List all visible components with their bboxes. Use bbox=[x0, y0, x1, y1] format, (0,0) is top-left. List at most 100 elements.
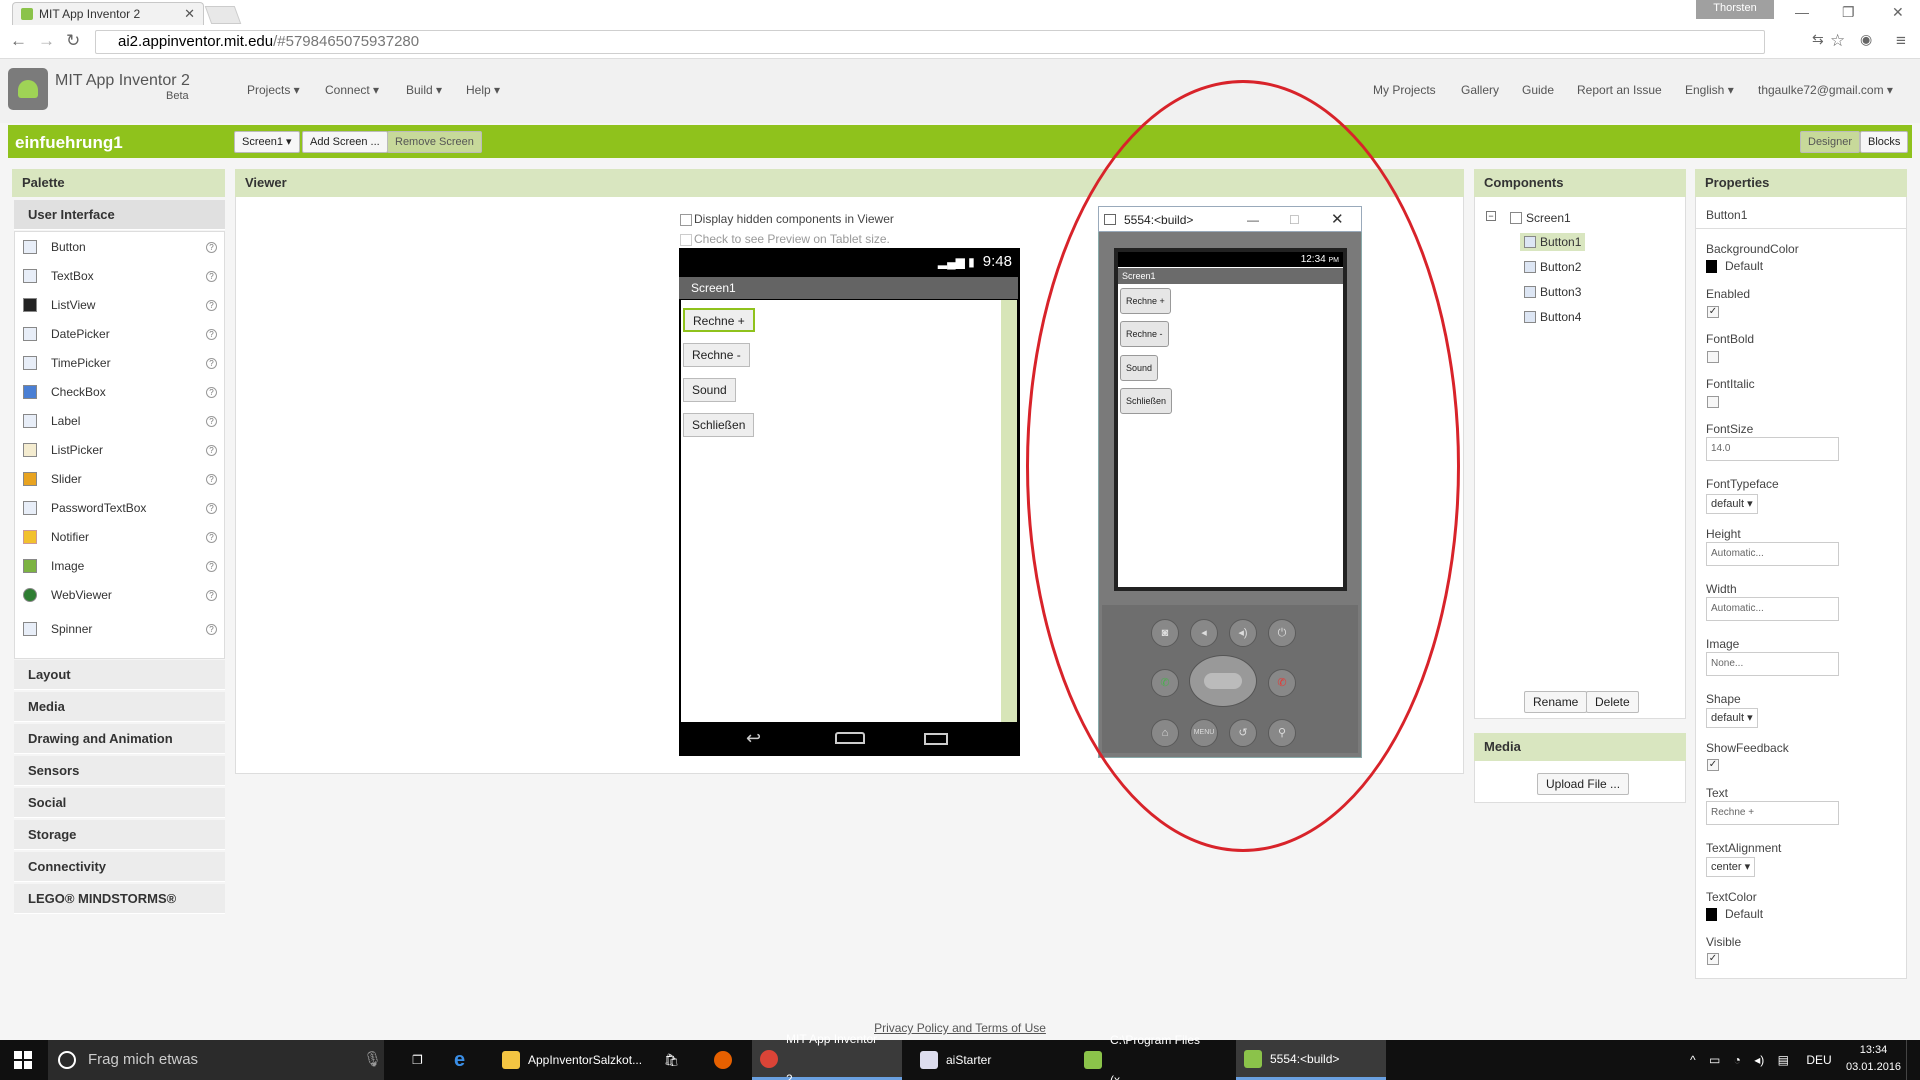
help-icon[interactable]: ? bbox=[206, 589, 217, 601]
help-icon[interactable]: ? bbox=[206, 241, 217, 253]
extension-icon[interactable]: ◉ bbox=[1860, 31, 1872, 48]
taskbar-item-emulator[interactable]: 5554:<build> bbox=[1236, 1040, 1386, 1080]
prop-fontitalic-checkbox[interactable] bbox=[1707, 396, 1719, 408]
palette-category-storage[interactable]: Storage bbox=[14, 820, 225, 850]
palette-category-sensors[interactable]: Sensors bbox=[14, 756, 225, 786]
bookmark-star-icon[interactable]: ☆ bbox=[1830, 31, 1845, 51]
palette-category-drawing[interactable]: Drawing and Animation bbox=[14, 724, 225, 754]
chrome-menu-icon[interactable]: ≡ bbox=[1896, 31, 1906, 51]
prop-fontbold-checkbox[interactable] bbox=[1707, 351, 1719, 363]
prop-enabled-checkbox[interactable]: ✓ bbox=[1707, 306, 1719, 318]
help-icon[interactable]: ? bbox=[206, 444, 217, 456]
prop-textalignment-select[interactable]: center ▾ bbox=[1706, 857, 1756, 877]
prop-textcolor-value[interactable]: Default bbox=[1706, 907, 1763, 922]
privacy-link[interactable]: Privacy Policy and Terms of Use bbox=[874, 1021, 1046, 1035]
tablet-preview-checkbox[interactable] bbox=[680, 233, 692, 246]
designer-button[interactable]: Designer bbox=[1800, 131, 1861, 153]
help-icon[interactable]: ? bbox=[206, 560, 217, 572]
upload-file-button[interactable]: Upload File ... bbox=[1537, 773, 1630, 795]
tree-node-screen1[interactable]: Screen1 bbox=[1510, 211, 1571, 225]
taskbar-search[interactable]: Frag mich etwas 🎙 bbox=[48, 1040, 384, 1080]
network-icon[interactable]: ◔ bbox=[1734, 1053, 1741, 1067]
palette-item-datepicker[interactable]: DatePicker? bbox=[23, 323, 217, 345]
palette-category-media[interactable]: Media bbox=[14, 692, 225, 722]
preview-button-4[interactable]: Schließen bbox=[683, 413, 755, 437]
palette-category-lego[interactable]: LEGO® MINDSTORMS® bbox=[14, 884, 225, 914]
taskbar-clock[interactable]: 13:34 03.01.2016 bbox=[1846, 1042, 1901, 1076]
help-icon[interactable]: ? bbox=[206, 623, 217, 635]
help-icon[interactable]: ? bbox=[206, 502, 217, 514]
prop-image-input[interactable]: None... bbox=[1706, 652, 1839, 676]
help-icon[interactable]: ? bbox=[206, 473, 217, 485]
tablet-preview-option[interactable]: Check to see Preview on Tablet size. bbox=[680, 232, 890, 246]
help-icon[interactable]: ? bbox=[206, 270, 217, 282]
translate-icon[interactable]: ⇆ bbox=[1812, 31, 1824, 48]
windows-start-icon[interactable] bbox=[0, 1040, 46, 1080]
link-my-projects[interactable]: My Projects bbox=[1373, 83, 1436, 97]
palette-item-spinner[interactable]: Spinner? bbox=[23, 618, 217, 640]
tree-node-button2[interactable]: Button2 bbox=[1524, 260, 1581, 274]
prop-height-input[interactable]: Automatic... bbox=[1706, 542, 1839, 566]
tree-node-button4[interactable]: Button4 bbox=[1524, 310, 1581, 324]
hidden-components-option[interactable]: Display hidden components in Viewer bbox=[680, 212, 894, 226]
prop-text-input[interactable]: Rechne + bbox=[1706, 801, 1839, 825]
palette-item-passwordtextbox[interactable]: PasswordTextBox? bbox=[23, 497, 217, 519]
palette-item-label[interactable]: Label? bbox=[23, 410, 217, 432]
firefox-icon[interactable] bbox=[706, 1040, 740, 1080]
help-icon[interactable]: ? bbox=[206, 415, 217, 427]
help-icon[interactable]: ? bbox=[206, 531, 217, 543]
app-inventor-logo-icon[interactable] bbox=[8, 68, 48, 110]
account-menu[interactable]: thgaulke72@gmail.com ▾ bbox=[1758, 83, 1893, 97]
forward-icon[interactable]: → bbox=[38, 31, 55, 51]
palette-item-image[interactable]: Image? bbox=[23, 555, 217, 577]
palette-category-social[interactable]: Social bbox=[14, 788, 225, 818]
menu-projects[interactable]: Projects ▾ bbox=[247, 83, 300, 97]
taskbar-item-explorer[interactable]: AppInventorSalzkot... bbox=[494, 1040, 642, 1080]
menu-help[interactable]: Help ▾ bbox=[466, 83, 500, 97]
prop-showfeedback-checkbox[interactable]: ✓ bbox=[1707, 759, 1719, 771]
reload-icon[interactable]: ↻ bbox=[66, 31, 80, 51]
palette-item-listpicker[interactable]: ListPicker? bbox=[23, 439, 217, 461]
prop-fonttypeface-select[interactable]: default ▾ bbox=[1706, 494, 1758, 514]
help-icon[interactable]: ? bbox=[206, 386, 217, 398]
remove-screen-button[interactable]: Remove Screen bbox=[387, 131, 482, 153]
palette-item-notifier[interactable]: Notifier? bbox=[23, 526, 217, 548]
power-icon[interactable]: ▭ bbox=[1709, 1053, 1720, 1067]
palette-item-button[interactable]: Button? bbox=[23, 236, 217, 258]
help-icon[interactable]: ? bbox=[206, 328, 217, 340]
palette-item-timepicker[interactable]: TimePicker? bbox=[23, 352, 217, 374]
task-view-icon[interactable]: ❐ bbox=[404, 1040, 431, 1080]
preview-button-1[interactable]: Rechne + bbox=[683, 308, 755, 332]
taskbar-item-cmd[interactable]: C:\Program Files (x... bbox=[1076, 1033, 1226, 1080]
new-tab-button[interactable] bbox=[204, 6, 242, 24]
collapse-icon[interactable]: − bbox=[1486, 211, 1496, 221]
blocks-button[interactable]: Blocks bbox=[1860, 131, 1909, 153]
back-icon[interactable]: ← bbox=[10, 31, 27, 51]
language-menu[interactable]: English ▾ bbox=[1685, 83, 1734, 97]
menu-connect[interactable]: Connect ▾ bbox=[325, 83, 379, 97]
edge-icon[interactable]: e bbox=[446, 1040, 473, 1080]
menu-build[interactable]: Build ▾ bbox=[406, 83, 442, 97]
hidden-components-checkbox[interactable] bbox=[680, 213, 692, 226]
palette-item-checkbox[interactable]: CheckBox? bbox=[23, 381, 217, 403]
close-tab-icon[interactable]: ✕ bbox=[184, 6, 195, 22]
prop-backgroundcolor-value[interactable]: Default bbox=[1706, 259, 1763, 274]
tree-node-button1[interactable]: Button1 bbox=[1520, 233, 1586, 251]
screen-select[interactable]: Screen1 ▾ bbox=[234, 131, 300, 153]
preview-button-2[interactable]: Rechne - bbox=[683, 343, 750, 367]
keyboard-language[interactable]: DEU bbox=[1806, 1053, 1831, 1067]
close-window-icon[interactable]: ✕ bbox=[1892, 4, 1904, 21]
prop-width-input[interactable]: Automatic... bbox=[1706, 597, 1839, 621]
palette-item-textbox[interactable]: TextBox? bbox=[23, 265, 217, 287]
microphone-icon[interactable]: 🎙 bbox=[363, 1040, 382, 1080]
delete-button[interactable]: Delete bbox=[1586, 691, 1639, 713]
help-icon[interactable]: ? bbox=[206, 357, 217, 369]
volume-icon[interactable]: ◂) bbox=[1754, 1053, 1764, 1067]
tray-expand-icon[interactable]: ^ bbox=[1690, 1053, 1696, 1067]
add-screen-button[interactable]: Add Screen ... bbox=[302, 131, 388, 153]
notification-icon[interactable]: ▤ bbox=[1778, 1053, 1789, 1067]
help-icon[interactable]: ? bbox=[206, 299, 217, 311]
palette-item-slider[interactable]: Slider? bbox=[23, 468, 217, 490]
link-guide[interactable]: Guide bbox=[1522, 83, 1554, 97]
taskbar-item-chrome[interactable]: MIT App Inventor 2... bbox=[752, 1032, 902, 1080]
